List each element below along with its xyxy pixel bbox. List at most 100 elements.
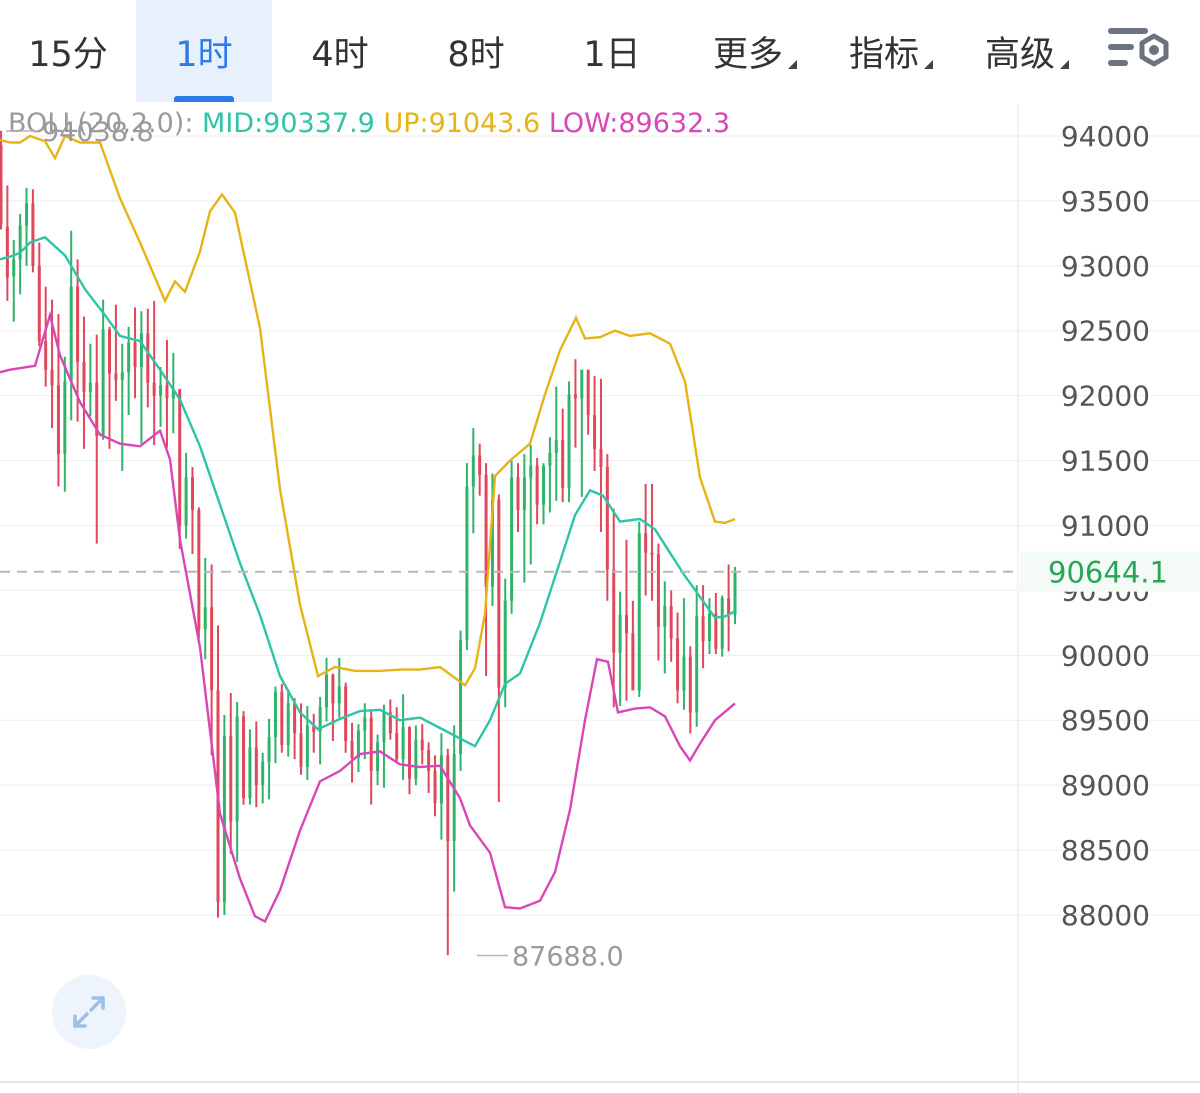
candle-body — [242, 716, 246, 799]
candle-body — [5, 226, 9, 278]
candle-body — [452, 753, 456, 841]
candle-body — [31, 203, 35, 266]
candle-body — [548, 452, 552, 466]
candle-body — [605, 467, 609, 570]
y-tick-label: 88500 — [1061, 834, 1150, 867]
candle-body — [159, 385, 163, 396]
candle-body — [76, 286, 80, 362]
candle-body — [656, 554, 660, 627]
tab-more-dropdown[interactable]: 更多 — [690, 0, 820, 102]
y-tick-label: 90000 — [1061, 639, 1150, 672]
candle-body — [720, 598, 724, 649]
candle-body — [676, 638, 680, 691]
candle-body — [286, 703, 290, 745]
candle-body — [139, 333, 143, 368]
candle-body — [573, 394, 577, 399]
candle-body — [535, 465, 539, 505]
high-marker-label: 94038.8 — [42, 117, 154, 148]
candle-body — [0, 145, 3, 225]
y-tick-label: 93500 — [1061, 185, 1150, 218]
candle-body — [599, 448, 603, 468]
candle-body — [69, 286, 73, 382]
candle-body — [682, 656, 686, 691]
low-marker-label: 87688.0 — [512, 941, 624, 972]
tab-8h[interactable]: 8时 — [408, 0, 544, 102]
candle-body — [471, 455, 475, 487]
y-tick-label: 89000 — [1061, 769, 1150, 802]
tab-label: 指标 — [848, 34, 919, 75]
candle-body — [165, 385, 169, 399]
candle-body — [363, 717, 367, 731]
tab-indicators-dropdown[interactable]: 指标 — [826, 0, 956, 102]
candle-body — [267, 737, 271, 762]
y-tick-label: 93000 — [1061, 250, 1150, 283]
tab-4h[interactable]: 4时 — [272, 0, 408, 102]
tab-label: 高级 — [984, 34, 1055, 75]
candle-body — [522, 477, 526, 510]
candle-body — [420, 739, 424, 751]
candle-body — [650, 552, 654, 555]
tab-label: 更多 — [712, 34, 783, 75]
candle-body — [305, 725, 309, 767]
candle-body — [337, 686, 341, 704]
candle-body — [714, 613, 718, 649]
candle-body — [273, 691, 277, 738]
candle-body — [254, 747, 258, 786]
y-tick-label: 94000 — [1061, 120, 1150, 153]
candle-body — [376, 742, 380, 771]
candle-body — [133, 342, 137, 368]
tab-1d[interactable]: 1日 — [544, 0, 680, 102]
candle-body — [350, 741, 354, 758]
active-indicator — [174, 96, 234, 102]
candle-body — [184, 477, 188, 526]
candle-body — [478, 455, 482, 475]
candle-body — [44, 341, 48, 370]
candle-body — [344, 686, 348, 742]
candle-body — [407, 726, 411, 779]
candle-body — [88, 382, 92, 392]
candle-body — [248, 747, 252, 799]
y-tick-label: 88000 — [1061, 899, 1150, 932]
chart-settings-icon — [1108, 28, 1169, 67]
tab-advanced-dropdown[interactable]: 高级 — [962, 0, 1092, 102]
candle-body — [561, 439, 565, 488]
chart-settings-button[interactable] — [1108, 22, 1172, 78]
candle-body — [229, 735, 233, 822]
candle-body — [101, 329, 105, 436]
tab-15min[interactable]: 15分 — [0, 0, 136, 102]
candle-body — [235, 716, 239, 822]
candle-body — [108, 329, 112, 374]
candle-body — [427, 750, 431, 771]
candle-body — [727, 598, 731, 616]
candle-body — [433, 770, 437, 804]
candlestick-chart[interactable]: 9400093500930009250092000915009100090500… — [0, 104, 1200, 1093]
candle-body — [12, 259, 16, 277]
candle-body — [465, 486, 469, 640]
candle-body — [25, 203, 29, 226]
candle-body — [63, 381, 67, 455]
candle-body — [593, 415, 597, 449]
candle-body — [733, 571, 737, 616]
candle-body — [503, 600, 507, 688]
y-tick-label: 89500 — [1061, 704, 1150, 737]
candle-body — [395, 733, 399, 760]
candle-body — [146, 333, 150, 383]
candle-body — [618, 615, 622, 653]
candle-body — [152, 382, 156, 396]
candle-body — [325, 674, 329, 708]
candle-body — [280, 691, 284, 745]
candle-body — [299, 733, 303, 767]
candle-body — [669, 605, 673, 639]
candle-body — [401, 726, 405, 760]
candle-body — [197, 509, 201, 630]
candle-body — [190, 477, 194, 510]
tab-label: 1日 — [583, 34, 641, 75]
candle-body — [439, 755, 443, 804]
candle-body — [369, 717, 373, 771]
fullscreen-expand-button[interactable] — [52, 975, 126, 1049]
y-tick-label: 91000 — [1061, 509, 1150, 542]
y-tick-label: 91500 — [1061, 445, 1150, 478]
tab-1h[interactable]: 1时 — [136, 0, 272, 102]
candle-body — [497, 499, 501, 688]
candle-body — [542, 465, 546, 505]
